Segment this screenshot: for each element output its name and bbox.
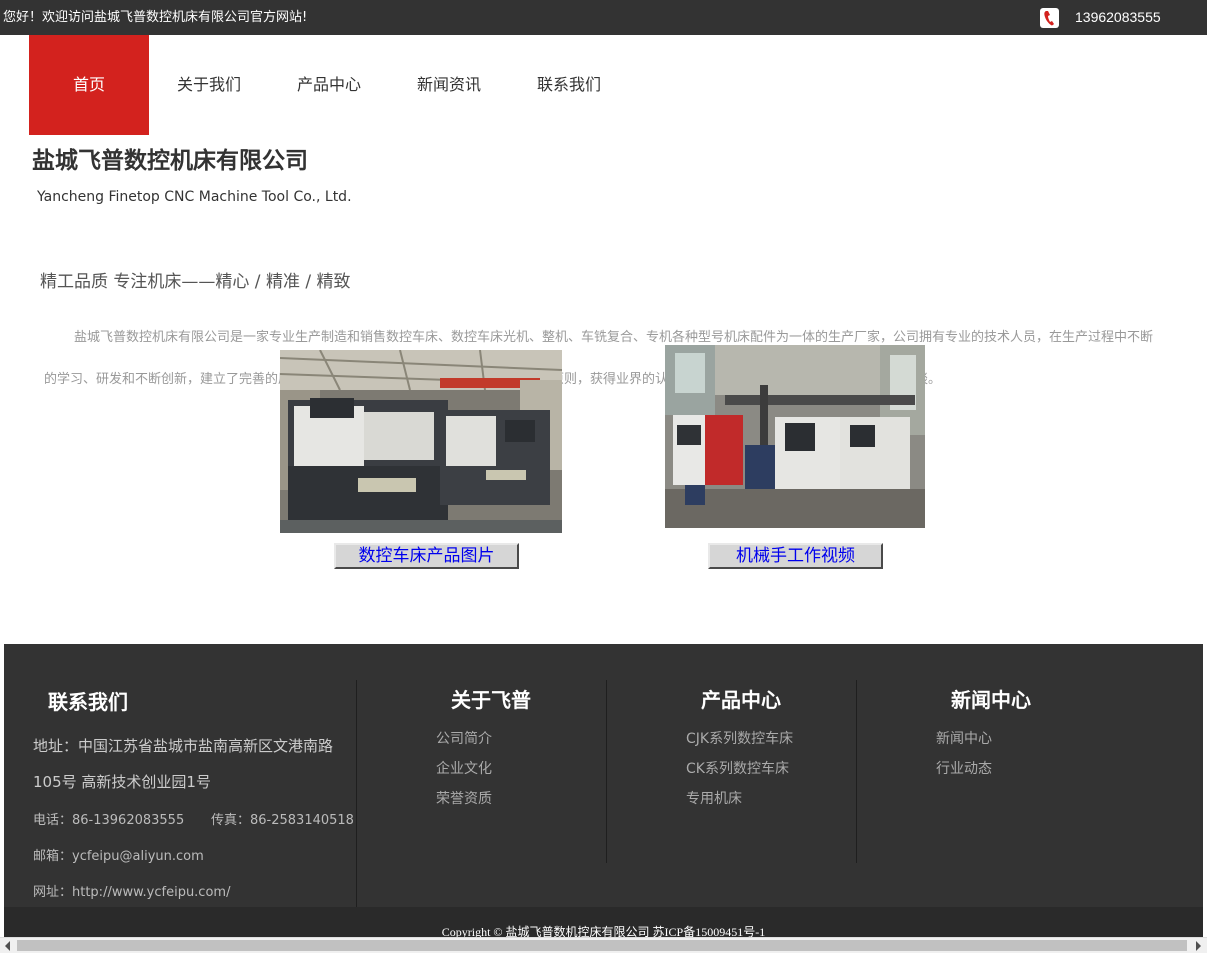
- footer-contact-title: 联系我们: [48, 690, 128, 714]
- footer-link-industry-news[interactable]: 行业动态: [936, 758, 992, 778]
- footer-products-title: 产品中心: [701, 688, 781, 712]
- footer-divider: [356, 680, 357, 907]
- nav-item-home[interactable]: 首页: [29, 35, 149, 135]
- footer-phone: 电话：86-13962083555: [33, 813, 185, 828]
- footer-link-cjk-series[interactable]: CJK系列数控车床: [686, 728, 793, 748]
- top-bar: 您好！欢迎访问盐城飞普数控机床有限公司官方网站! 13962083555: [0, 0, 1207, 35]
- nav-item-about[interactable]: 关于我们: [149, 35, 269, 135]
- slogan: 精工品质 专注机床——精心 / 精准 / 精致: [40, 272, 351, 292]
- horizontal-scrollbar[interactable]: [0, 937, 1207, 953]
- product-images-button[interactable]: 数控车床产品图片: [334, 543, 519, 569]
- top-phone-number: 13962083555: [1075, 9, 1161, 25]
- footer-divider: [856, 680, 857, 863]
- nav-item-news[interactable]: 新闻资讯: [389, 35, 509, 135]
- footer-news-title: 新闻中心: [951, 688, 1031, 712]
- footer: 联系我们 地址：中国江苏省盐城市盐南高新区文港南路 105号 高新技术创业园1号…: [4, 644, 1203, 907]
- nav-item-products[interactable]: 产品中心: [269, 35, 389, 135]
- product-photo-lathes[interactable]: [280, 350, 562, 533]
- footer-about-title: 关于飞普: [451, 688, 531, 712]
- nav-item-contact[interactable]: 联系我们: [509, 35, 629, 135]
- footer-email: 邮箱：ycfeipu@aliyun.com: [33, 849, 204, 864]
- scroll-right-arrow-icon[interactable]: [1196, 941, 1201, 951]
- robot-video-button[interactable]: 机械手工作视频: [708, 543, 883, 569]
- footer-link-culture[interactable]: 企业文化: [436, 758, 492, 778]
- company-intro: 盐城飞普数控机床有限公司是一家专业生产制造和销售数控车床、数控车床光机、整机、车…: [44, 330, 1154, 387]
- footer-link-news-center[interactable]: 新闻中心: [936, 728, 992, 748]
- footer-link-honors[interactable]: 荣誉资质: [436, 788, 492, 808]
- scrollbar-thumb[interactable]: [17, 940, 1187, 951]
- phone-icon: [1040, 8, 1059, 28]
- company-name-en: Yancheng Finetop CNC Machine Tool Co., L…: [37, 189, 352, 205]
- company-name: 盐城飞普数控机床有限公司: [32, 148, 308, 174]
- footer-website: 网址：http://www.ycfeipu.com/: [33, 885, 231, 900]
- footer-link-special-machines[interactable]: 专用机床: [686, 788, 742, 808]
- footer-fax: 传真：86-2583140518: [211, 813, 354, 828]
- scroll-left-arrow-icon[interactable]: [5, 941, 10, 951]
- robot-arm-photo[interactable]: [665, 345, 925, 528]
- footer-address-line2: 105号 高新技术创业园1号: [33, 773, 211, 791]
- footer-link-ck-series[interactable]: CK系列数控车床: [686, 758, 789, 778]
- copyright-bar: Copyright © 盐城飞普数机控床有限公司 苏ICP备15009451号-…: [4, 907, 1203, 939]
- footer-divider: [606, 680, 607, 863]
- welcome-text: 您好！欢迎访问盐城飞普数控机床有限公司官方网站!: [3, 10, 308, 25]
- footer-address-line1: 地址：中国江苏省盐城市盐南高新区文港南路: [33, 737, 334, 755]
- footer-link-company-profile[interactable]: 公司简介: [436, 728, 492, 748]
